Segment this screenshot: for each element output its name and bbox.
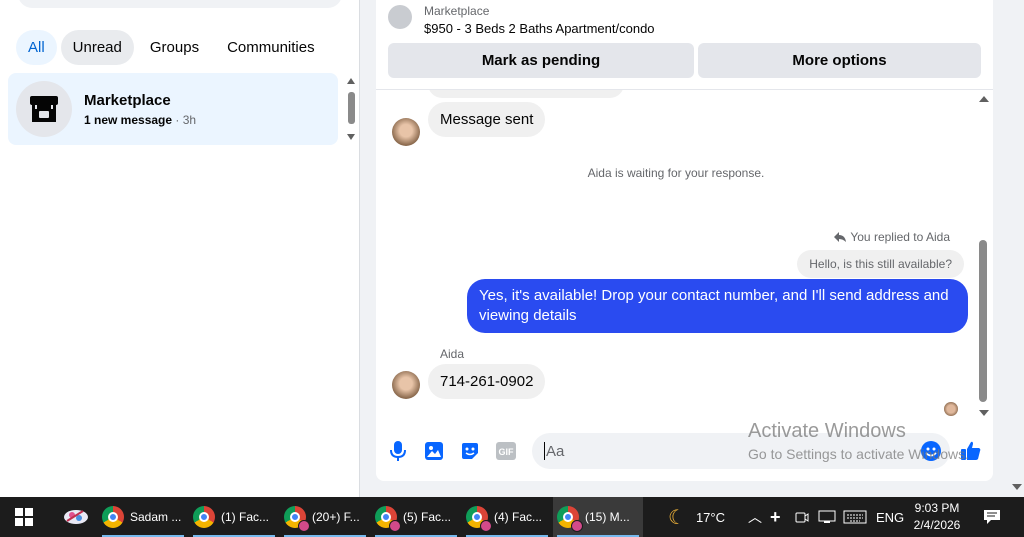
conversation-item-marketplace[interactable]: Marketplace 1 new message · 3h (8, 73, 338, 145)
chrome-icon (375, 506, 401, 532)
conversation-preview: 1 new message · 3h (84, 113, 196, 127)
search-input[interactable] (18, 0, 342, 8)
scroll-down-arrow-icon[interactable] (347, 134, 355, 140)
filter-chips: All Unread Groups Communities (16, 30, 327, 65)
notification-center-icon[interactable] (983, 497, 1001, 537)
preview-text: 1 new message (84, 112, 173, 127)
message-thread: Message sent Aida is waiting for your re… (376, 90, 993, 420)
taskbar-app-label: (1) Fac... (221, 510, 270, 524)
weather-widget[interactable]: ☾ 17°C (668, 497, 725, 537)
clock-date: 2/4/2026 (913, 518, 961, 532)
taskbar-app-messenger[interactable]: (15) M... (553, 497, 643, 537)
filter-unread[interactable]: Unread (60, 30, 134, 65)
plus-icon[interactable]: + (770, 497, 781, 537)
taskbar-app-label: (4) Fac... (494, 510, 543, 524)
profile-badge (298, 520, 310, 532)
profile-badge (480, 520, 492, 532)
taskbar-app-label: Sadam ... (130, 510, 182, 524)
page-scroll-down-arrow-icon[interactable] (1012, 484, 1022, 490)
language-indicator[interactable]: ENG (876, 497, 904, 537)
watermark-subtitle: Go to Settings to activate Windows. (748, 446, 969, 462)
windows-start-icon[interactable] (0, 497, 48, 537)
quoted-message[interactable]: Hello, is this still available? (797, 250, 964, 278)
display-icon[interactable] (818, 497, 836, 537)
chrome-icon (102, 506, 124, 528)
reply-note-text: You replied to Aida (850, 230, 950, 244)
reply-indicator: You replied to Aida (834, 230, 950, 244)
message-input-placeholder: Aa (546, 442, 565, 460)
profile-badge (389, 520, 401, 532)
camera-icon[interactable] (795, 497, 809, 537)
microphone-icon[interactable] (387, 440, 409, 462)
moon-icon: ☾ (668, 506, 686, 529)
conversation-name: Marketplace (84, 91, 171, 109)
sidebar-scrollbar[interactable] (344, 76, 358, 142)
phone-number-bubble: 714-261-0902 (428, 364, 546, 399)
sender-name: Aida (440, 347, 465, 361)
scroll-down-arrow-icon[interactable] (979, 410, 989, 416)
preview-time: 3h (182, 112, 197, 127)
system-clock[interactable]: 9:03 PM 2/4/2026 (906, 500, 968, 534)
show-hidden-icons-chevron-icon[interactable]: ︿ (748, 497, 762, 537)
weather-temperature: 17°C (695, 509, 725, 525)
keyboard-icon[interactable] (843, 497, 867, 537)
chat-panel: Marketplace $950 - 3 Beds 2 Baths Apartm… (376, 0, 993, 481)
taskbar-app-facebook-1[interactable]: (1) Fac... (189, 497, 279, 537)
listing-source: Marketplace (424, 4, 490, 18)
preview-separator: · (172, 112, 183, 127)
listing-header[interactable]: Marketplace $950 - 3 Beds 2 Baths Apartm… (388, 4, 655, 36)
more-options-button[interactable]: More options (698, 43, 981, 78)
filter-groups[interactable]: Groups (138, 30, 211, 65)
gif-label: GIF (499, 447, 515, 457)
activate-windows-watermark: Activate Windows Go to Settings to activ… (748, 420, 969, 462)
taskbar-app-facebook-20[interactable]: (20+) F... (280, 497, 370, 537)
scroll-up-arrow-icon[interactable] (979, 96, 989, 102)
taskbar-app-sadam[interactable]: Sadam ... (98, 497, 188, 537)
chrome-icon (466, 506, 492, 532)
listing-title: $950 - 3 Beds 2 Baths Apartment/condo (424, 21, 655, 36)
taskbar-app-facebook-5[interactable]: (5) Fac... (371, 497, 461, 537)
clock-time: 9:03 PM (914, 501, 960, 515)
scroll-thumb[interactable] (348, 92, 355, 124)
seen-receipt-avatar (944, 402, 958, 416)
gif-icon[interactable]: GIF (495, 440, 517, 462)
scroll-up-arrow-icon[interactable] (347, 78, 355, 84)
chrome-icon (284, 506, 310, 532)
taskbar-app-facebook-4[interactable]: (4) Fac... (462, 497, 552, 537)
previous-message-bubble (428, 90, 624, 98)
message-sent-bubble: Message sent (428, 102, 546, 137)
sticker-icon[interactable] (459, 440, 481, 462)
listing-thumbnail (388, 5, 412, 29)
filter-all[interactable]: All (16, 30, 57, 65)
windows-taskbar: Sadam ... (1) Fac... (20+) F... (5) Fac.… (0, 497, 1024, 537)
pinned-app-icon[interactable] (54, 497, 94, 537)
outgoing-message-bubble: Yes, it's available! Drop your contact n… (467, 279, 968, 333)
aida-avatar[interactable] (392, 118, 420, 146)
store-icon (16, 81, 72, 137)
reply-arrow-icon (834, 232, 847, 242)
chrome-icon (557, 506, 583, 532)
taskbar-app-label: (20+) F... (312, 510, 360, 524)
mark-as-pending-button[interactable]: Mark as pending (388, 43, 694, 78)
waiting-notice: Aida is waiting for your response. (587, 166, 765, 180)
watermark-title: Activate Windows (748, 420, 906, 442)
aida-avatar[interactable] (392, 371, 420, 399)
text-caret (544, 442, 545, 460)
chat-list-panel: All Unread Groups Communities Marketplac… (0, 0, 360, 497)
thread-scrollbar[interactable] (976, 94, 992, 418)
scroll-thumb[interactable] (979, 240, 987, 402)
filter-communities[interactable]: Communities (215, 30, 327, 65)
taskbar-app-label: (5) Fac... (403, 510, 452, 524)
taskbar-app-label: (15) M... (585, 510, 630, 524)
chrome-icon (193, 506, 215, 528)
profile-badge (571, 520, 583, 532)
image-icon[interactable] (423, 440, 445, 462)
